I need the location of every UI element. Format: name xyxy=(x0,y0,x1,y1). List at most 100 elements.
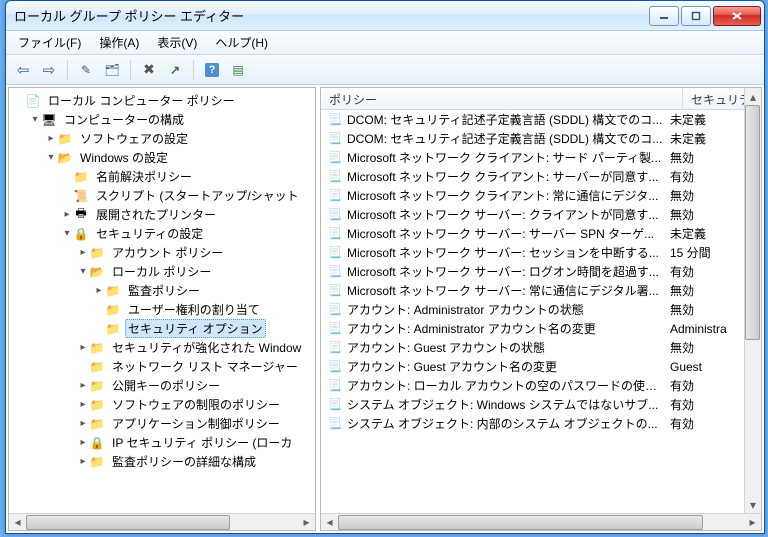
tree-item[interactable]: ▸アプリケーション制御ポリシー xyxy=(9,414,315,433)
list-row[interactable]: Microsoft ネットワーク サーバー: ログオン時間を超過す...有効 xyxy=(321,262,744,281)
up-button[interactable] xyxy=(75,59,97,81)
vscroll-track[interactable] xyxy=(745,105,761,496)
list-hscroll[interactable]: ◂ ▸ xyxy=(321,513,761,530)
tree-item[interactable]: ▸監査ポリシーの詳細な構成 xyxy=(9,452,315,471)
tree-item[interactable]: 名前解決ポリシー xyxy=(9,167,315,186)
hscroll-track[interactable] xyxy=(338,515,744,530)
list-row[interactable]: Microsoft ネットワーク クライアント: サーバーが同意す...有効 xyxy=(321,167,744,186)
hscroll-track[interactable] xyxy=(26,515,298,530)
collapse-icon[interactable]: ▾ xyxy=(45,152,57,163)
tree-item-label: Windows の設定 xyxy=(77,148,171,167)
tree-item[interactable]: スクリプト (スタートアップ/シャット xyxy=(9,186,315,205)
help-icon xyxy=(205,62,219,77)
maximize-button[interactable] xyxy=(681,6,711,26)
tree-item[interactable]: ▸アカウント ポリシー xyxy=(9,243,315,262)
tree-item[interactable]: ▾セキュリティの設定 xyxy=(9,224,315,243)
expand-icon[interactable]: ▸ xyxy=(77,247,89,258)
folder-icon xyxy=(57,131,73,147)
list-row[interactable]: システム オブジェクト: 内部のシステム オブジェクトの...有効 xyxy=(321,414,744,433)
toolbar xyxy=(6,55,764,85)
show-hide-tree-button[interactable] xyxy=(101,59,123,81)
list-row[interactable]: システム オブジェクト: Windows システムではないサブ...有効 xyxy=(321,395,744,414)
tree-item[interactable]: セキュリティ オプション xyxy=(9,319,315,338)
expand-icon[interactable]: ▸ xyxy=(77,456,89,467)
folder-icon xyxy=(89,245,105,261)
list-row[interactable]: Microsoft ネットワーク サーバー: クライアントが同意す...無効 xyxy=(321,205,744,224)
back-button[interactable] xyxy=(12,59,34,81)
policy-name: Microsoft ネットワーク サーバー: セッションを中断する... xyxy=(347,244,670,261)
policy-icon xyxy=(327,188,343,204)
tree-item[interactable]: ▸ソフトウェアの設定 xyxy=(9,129,315,148)
close-icon xyxy=(731,11,743,21)
scroll-right-icon[interactable]: ▸ xyxy=(744,515,761,530)
collapse-icon[interactable]: ▾ xyxy=(77,266,89,277)
policy-icon xyxy=(327,131,343,147)
expand-icon[interactable]: ▸ xyxy=(77,342,89,353)
tree-item[interactable]: ▸ソフトウェアの制限のポリシー xyxy=(9,395,315,414)
menu-help[interactable]: ヘルプ(H) xyxy=(207,31,276,54)
policy-setting: 有効 xyxy=(670,377,744,394)
close-button[interactable] xyxy=(713,6,761,26)
menu-action[interactable]: 操作(A) xyxy=(91,31,147,54)
help-button[interactable] xyxy=(201,59,223,81)
list-row[interactable]: Microsoft ネットワーク サーバー: 常に通信にデジタル署...無効 xyxy=(321,281,744,300)
minimize-button[interactable] xyxy=(649,6,679,26)
scroll-left-icon[interactable]: ◂ xyxy=(321,515,338,530)
list-row[interactable]: アカウント: Guest アカウント名の変更Guest xyxy=(321,357,744,376)
export-button[interactable] xyxy=(164,59,186,81)
column-policy[interactable]: ポリシー xyxy=(321,88,683,109)
forward-button[interactable] xyxy=(38,59,60,81)
tree-item[interactable]: ▸公開キーのポリシー xyxy=(9,376,315,395)
list[interactable]: DCOM: セキュリティ記述子定義言語 (SDDL) 構文でのコ...未定義DC… xyxy=(321,110,744,513)
expand-icon[interactable]: ▸ xyxy=(61,209,73,220)
tree-item[interactable]: ローカル コンピューター ポリシー xyxy=(9,91,315,110)
collapse-icon[interactable]: ▾ xyxy=(61,228,73,239)
tree-item[interactable]: ▾ Windows の設定 xyxy=(9,148,315,167)
list-row[interactable]: Microsoft ネットワーク サーバー: サーバー SPN ターゲ...未定… xyxy=(321,224,744,243)
list-row[interactable]: Microsoft ネットワーク サーバー: セッションを中断する...15 分… xyxy=(321,243,744,262)
tree-item[interactable]: ▸展開されたプリンター xyxy=(9,205,315,224)
expand-icon[interactable]: ▸ xyxy=(77,399,89,410)
tree-item-label: セキュリティが強化された Window xyxy=(109,338,304,357)
list-row[interactable]: アカウント: Guest アカウントの状態無効 xyxy=(321,338,744,357)
list-vscroll[interactable]: ▴ ▾ xyxy=(744,88,761,513)
scroll-up-icon[interactable]: ▴ xyxy=(745,88,761,105)
tree-hscroll[interactable]: ◂ ▸ xyxy=(9,513,315,530)
list-row[interactable]: DCOM: セキュリティ記述子定義言語 (SDDL) 構文でのコ...未定義 xyxy=(321,110,744,129)
folder-open-icon xyxy=(57,150,73,166)
tree-item[interactable]: ▾コンピューターの構成 xyxy=(9,110,315,129)
policy-name: アカウント: ローカル アカウントの空のパスワードの使用... xyxy=(347,377,670,394)
scroll-down-icon[interactable]: ▾ xyxy=(745,496,761,513)
collapse-icon[interactable]: ▾ xyxy=(29,114,41,125)
list-row[interactable]: Microsoft ネットワーク クライアント: サード パーティ製...無効 xyxy=(321,148,744,167)
vscroll-thumb[interactable] xyxy=(745,105,760,340)
delete-button[interactable] xyxy=(138,59,160,81)
tree-item[interactable]: ユーザー権利の割り当て xyxy=(9,300,315,319)
expand-icon[interactable]: ▸ xyxy=(77,437,89,448)
list-button[interactable] xyxy=(227,59,249,81)
list-row[interactable]: Microsoft ネットワーク クライアント: 常に通信にデジタ...無効 xyxy=(321,186,744,205)
menu-file[interactable]: ファイル(F) xyxy=(10,31,89,54)
tree-item[interactable]: ▸ セキュリティが強化された Window xyxy=(9,338,315,357)
expand-icon[interactable]: ▸ xyxy=(77,418,89,429)
window: ローカル グループ ポリシー エディター ファイル(F) 操作(A) 表示(V)… xyxy=(5,0,765,534)
tree-item[interactable]: ▾ローカル ポリシー xyxy=(9,262,315,281)
tree-item[interactable]: ▸監査ポリシー xyxy=(9,281,315,300)
tree-item[interactable]: ▸IP セキュリティ ポリシー (ローカ xyxy=(9,433,315,452)
scroll-left-icon[interactable]: ◂ xyxy=(9,515,26,530)
hscroll-thumb[interactable] xyxy=(338,515,703,530)
list-row[interactable]: DCOM: セキュリティ記述子定義言語 (SDDL) 構文でのコ...未定義 xyxy=(321,129,744,148)
policy-name: Microsoft ネットワーク クライアント: サード パーティ製... xyxy=(347,149,670,166)
expand-icon[interactable]: ▸ xyxy=(93,285,105,296)
list-row[interactable]: アカウント: ローカル アカウントの空のパスワードの使用...有効 xyxy=(321,376,744,395)
scroll-right-icon[interactable]: ▸ xyxy=(298,515,315,530)
expand-icon[interactable]: ▸ xyxy=(45,133,57,144)
tree-item[interactable]: ネットワーク リスト マネージャー xyxy=(9,357,315,376)
list-row[interactable]: アカウント: Administrator アカウント名の変更Administra xyxy=(321,319,744,338)
list-row[interactable]: アカウント: Administrator アカウントの状態無効 xyxy=(321,300,744,319)
menu-view[interactable]: 表示(V) xyxy=(149,31,205,54)
forward-arrow-icon xyxy=(43,61,56,79)
tree[interactable]: ローカル コンピューター ポリシー▾コンピューターの構成▸ソフトウェアの設定 ▾ W… xyxy=(9,88,315,474)
expand-icon[interactable]: ▸ xyxy=(77,380,89,391)
hscroll-thumb[interactable] xyxy=(26,515,230,530)
